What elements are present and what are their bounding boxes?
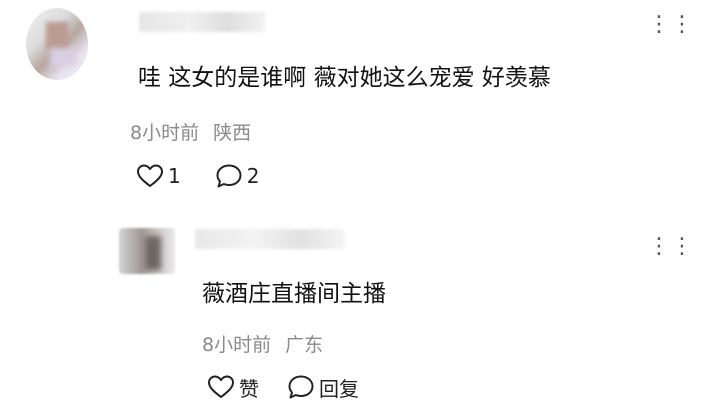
commenter-avatar[interactable] (26, 8, 88, 80)
reply-count: 2 (246, 164, 260, 188)
reply-text: 薇酒庄直播间主播 (202, 281, 386, 307)
comment-bubble-icon (215, 163, 243, 189)
reply-actions: 赞 回复 (207, 373, 359, 401)
comment-time: 8小时前 (130, 122, 200, 144)
reply-like-button[interactable]: 赞 (207, 373, 259, 402)
like-button[interactable]: 1 (136, 163, 181, 189)
comment-location: 陕西 (213, 122, 252, 144)
comment-actions: 1 2 (136, 162, 259, 190)
comment-bubble-icon (287, 374, 315, 400)
like-count: 1 (168, 164, 181, 188)
reply-reply-button[interactable]: 回复 (287, 373, 359, 402)
replier-name-blurred[interactable] (195, 229, 345, 249)
more-options-icon[interactable]: ⋮⋮ (648, 14, 694, 36)
reply-location: 广东 (285, 334, 324, 356)
reply-more-options-icon[interactable]: ⋮⋮ (648, 236, 694, 258)
comment-text: 哇 这女的是谁啊 薇对她这么宠爱 好羡慕 (138, 65, 551, 91)
replier-avatar[interactable] (119, 228, 175, 274)
heart-icon (136, 163, 164, 189)
reply-meta: 8小时前 广东 (202, 330, 323, 357)
reply-time: 8小时前 (202, 334, 272, 356)
reply-reply-label: 回复 (319, 376, 359, 401)
comment-meta: 8小时前 陕西 (130, 118, 251, 145)
commenter-name-blurred[interactable] (139, 12, 265, 32)
heart-icon (207, 374, 235, 400)
reply-like-label: 赞 (239, 376, 259, 401)
reply-button[interactable]: 2 (215, 163, 260, 189)
